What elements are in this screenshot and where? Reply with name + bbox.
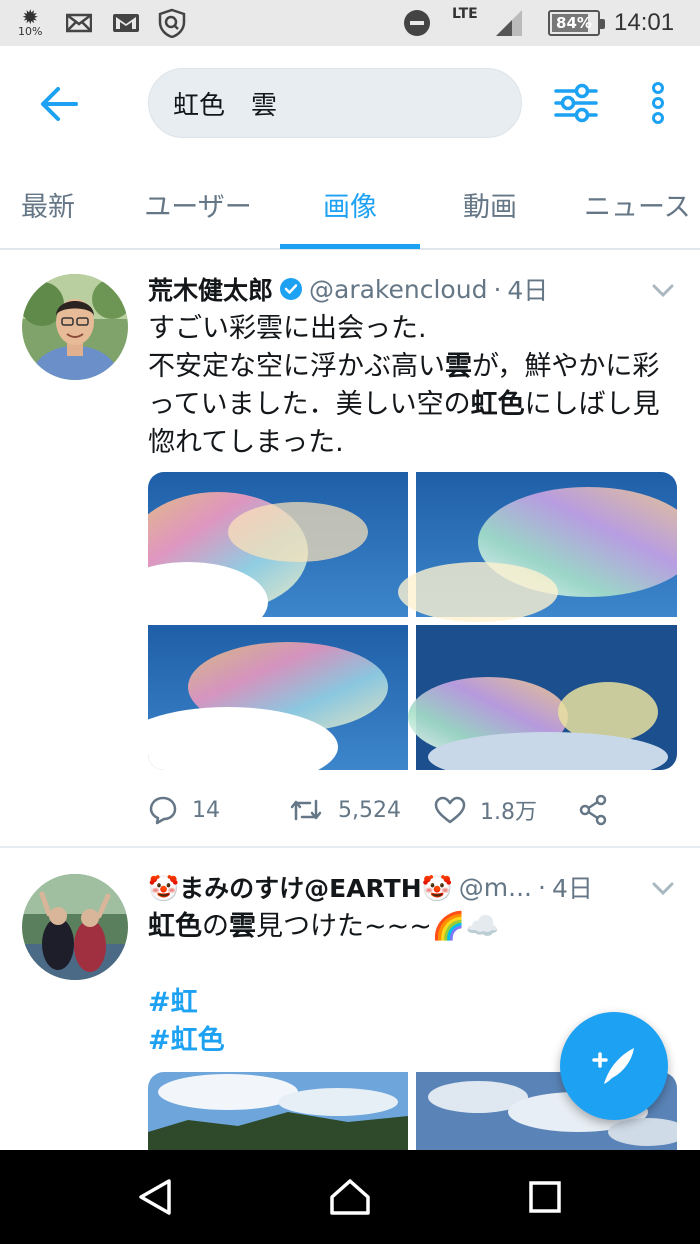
tweet-header: 🤡まみのすけ@EARTH🤡 @m... · 4日: [148, 868, 593, 906]
separator-dot: ·: [538, 872, 546, 902]
retweet-button[interactable]: 5,524: [288, 788, 401, 832]
reply-button[interactable]: 14: [148, 788, 220, 832]
search-tabs: 最新 ユーザー 画像 動画 ニュース: [0, 160, 700, 250]
heart-icon: [434, 796, 466, 824]
media-image-1[interactable]: [148, 472, 408, 642]
brightness-indicator: ✹ 10%: [18, 0, 42, 46]
share-icon: [579, 794, 607, 826]
user-handle[interactable]: @arakencloud: [309, 275, 487, 304]
separator-dot: ·: [493, 274, 502, 304]
tweet[interactable]: 荒木健太郎 @arakencloud · 4日 すごい彩雲に出会った. 不安定な…: [0, 252, 700, 848]
tab-images[interactable]: 画像: [280, 160, 420, 248]
network-type: LTE: [452, 6, 478, 22]
media-image-3[interactable]: [148, 625, 408, 770]
display-name[interactable]: 🤡まみのすけ@EARTH🤡: [148, 869, 453, 905]
chevron-down-icon: [652, 882, 674, 896]
tab-news[interactable]: ニュース: [584, 160, 700, 248]
more-options-button[interactable]: [636, 78, 680, 128]
home-icon: [330, 1179, 370, 1215]
tweet-text-highlight: 雲: [229, 911, 256, 942]
brightness-percent: 10%: [18, 25, 43, 38]
tweet-text-line: 虹色の雲見つけた~~~🌈☁️: [148, 908, 678, 946]
arrow-left-icon: [41, 87, 78, 121]
search-filter-button[interactable]: [548, 78, 604, 128]
tweet-text-part: の: [202, 911, 229, 942]
tweet-media-grid[interactable]: [148, 472, 677, 770]
nav-back-button[interactable]: [130, 1172, 180, 1222]
search-header: 虹色 雲: [0, 46, 700, 160]
nav-recents-button[interactable]: [520, 1172, 570, 1222]
like-button[interactable]: 1.8万: [434, 788, 537, 832]
brightness-icon: ✹: [21, 5, 39, 29]
reply-count: 14: [192, 797, 220, 823]
recents-icon: [529, 1181, 561, 1213]
avatar[interactable]: [22, 274, 128, 380]
signal-icon: [494, 0, 524, 46]
tweet-text: すごい彩雲に出会った. 不安定な空に浮かぶ高い雲が，鮮やかに彩っていました．美し…: [148, 310, 678, 462]
clock: 14:01: [614, 9, 675, 36]
retweet-icon: [290, 799, 322, 821]
battery-percent: 84%: [556, 14, 592, 32]
tweet-header: 荒木健太郎 @arakencloud · 4日: [148, 270, 548, 308]
user-handle[interactable]: @m...: [459, 873, 532, 902]
share-button[interactable]: [578, 788, 608, 832]
do-not-disturb-icon: [402, 0, 432, 46]
chevron-down-icon: [652, 284, 674, 298]
tweet-time: 4日: [551, 874, 593, 903]
battery-icon: 84%: [548, 0, 605, 46]
tweet-text-highlight: 雲: [445, 351, 472, 382]
verified-badge-icon: [280, 278, 303, 300]
back-triangle-icon: [139, 1179, 171, 1215]
compose-tweet-button[interactable]: [560, 1012, 668, 1120]
media-image-2[interactable]: [398, 472, 677, 622]
status-bar: ✹ 10% LTE 84% 14:01: [0, 0, 700, 46]
tweet-menu-button[interactable]: [648, 276, 678, 306]
tab-latest[interactable]: 最新: [0, 160, 96, 248]
reply-icon: [149, 796, 177, 825]
tweet-text-part: すごい彩雲に出会った. 不安定な空に浮かぶ高い: [148, 313, 445, 382]
tweet-text-part: 見つけた~~~🌈☁️: [256, 911, 500, 942]
search-input[interactable]: 虹色 雲: [148, 68, 522, 138]
sliders-icon: [554, 83, 598, 123]
more-vertical-icon: [652, 82, 664, 124]
tweet-text-highlight: 虹色: [148, 911, 202, 942]
media-image-4[interactable]: [408, 625, 677, 770]
nav-home-button[interactable]: [325, 1172, 375, 1222]
retweet-count: 5,524: [338, 797, 401, 823]
active-tab-indicator: [280, 244, 420, 249]
tab-videos[interactable]: 動画: [440, 160, 540, 248]
gmail-icon: [112, 0, 140, 46]
like-count: 1.8万: [480, 800, 537, 825]
vpn-shield-icon: [158, 0, 186, 46]
tweet-time: 4日: [507, 276, 549, 305]
tab-users[interactable]: ユーザー: [128, 160, 268, 248]
compose-tweet-icon: [592, 1048, 634, 1084]
back-button[interactable]: [28, 76, 88, 132]
media-image-1[interactable]: [148, 1072, 408, 1150]
avatar[interactable]: [22, 874, 128, 980]
display-name[interactable]: 荒木健太郎: [148, 271, 273, 307]
mail-icon: [66, 0, 92, 46]
tweet-actions: 14 5,524 1.8万: [148, 788, 648, 832]
tweet-menu-button[interactable]: [648, 874, 678, 904]
tweet-text-highlight: 虹色: [470, 389, 525, 420]
system-navigation-bar: [0, 1150, 700, 1244]
